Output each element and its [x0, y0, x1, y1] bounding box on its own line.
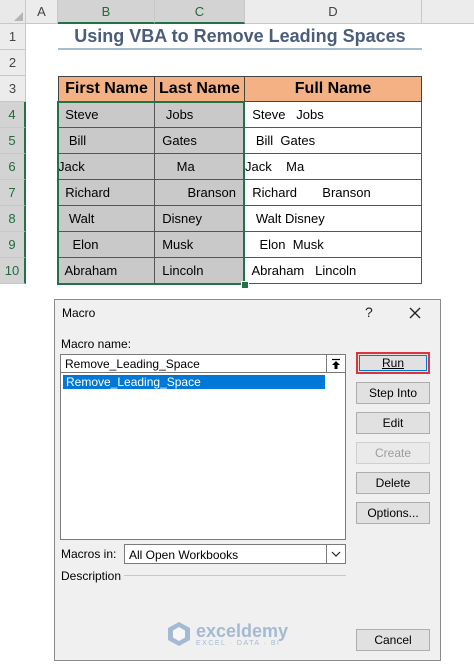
cell-first-name[interactable]: Richard: [58, 180, 155, 206]
cell-last-name[interactable]: Gates: [155, 128, 245, 154]
column-header-d[interactable]: D: [245, 0, 422, 24]
row-header-4[interactable]: 4: [0, 102, 26, 128]
cell-first-name[interactable]: Jack: [58, 154, 155, 180]
column-header-blank: [422, 0, 474, 24]
macro-name-label: Macro name:: [61, 337, 132, 351]
cell-first-name[interactable]: Steve: [58, 102, 155, 128]
watermark-name: exceldemy: [196, 620, 289, 641]
watermark-tagline: EXCEL · DATA · BI: [196, 639, 281, 647]
macros-in-label: Macros in:: [61, 547, 117, 561]
cell-last-name[interactable]: Disney: [155, 206, 245, 232]
cell-full-name[interactable]: Elon Musk: [245, 232, 422, 258]
cell-full-name[interactable]: Steve Jobs: [245, 102, 422, 128]
row-header-6[interactable]: 6: [0, 154, 26, 180]
cell-first-name[interactable]: Bill: [58, 128, 155, 154]
row-header-3[interactable]: 3: [0, 76, 26, 102]
row-header-5[interactable]: 5: [0, 128, 26, 154]
cell-last-name[interactable]: Ma: [155, 154, 245, 180]
close-button[interactable]: [402, 302, 428, 324]
column-header-a[interactable]: A: [26, 0, 58, 24]
cell-full-name[interactable]: Abraham Lincoln: [245, 258, 422, 284]
column-header-c[interactable]: C: [155, 0, 245, 24]
column-header-b[interactable]: B: [58, 0, 155, 24]
macro-name-value: Remove_Leading_Space: [65, 357, 200, 371]
header-full-name[interactable]: Full Name: [245, 76, 422, 102]
sheet-title: Using VBA to Remove Leading Spaces: [58, 24, 422, 50]
header-last-name[interactable]: Last Name: [155, 76, 245, 102]
cell-last-name[interactable]: Lincoln: [155, 258, 245, 284]
cell-full-name[interactable]: Richard Branson: [245, 180, 422, 206]
macro-list-item[interactable]: Remove_Leading_Space: [63, 375, 325, 389]
macro-name-input[interactable]: Remove_Leading_Space: [60, 354, 346, 373]
chevron-down-icon: [331, 551, 341, 557]
edit-button[interactable]: Edit: [356, 412, 430, 434]
description-label: Description: [61, 569, 122, 583]
row-header-2[interactable]: 2: [0, 50, 26, 76]
help-button[interactable]: ?: [365, 304, 373, 320]
step-into-button[interactable]: Step Into: [356, 382, 430, 404]
cell-full-name[interactable]: Jack Ma: [245, 154, 422, 180]
row-header-10[interactable]: 10: [0, 258, 26, 284]
cell-full-name[interactable]: Walt Disney: [245, 206, 422, 232]
row-header-1[interactable]: 1: [0, 24, 26, 50]
collapse-button[interactable]: [326, 354, 346, 373]
fill-handle[interactable]: [241, 281, 249, 289]
header-first-name[interactable]: First Name: [58, 76, 155, 102]
options-button[interactable]: Options...: [356, 502, 430, 524]
row-header-7[interactable]: 7: [0, 180, 26, 206]
run-label: Run: [381, 356, 404, 370]
macros-in-select[interactable]: All Open Workbooks: [124, 544, 346, 564]
cell-last-name[interactable]: Jobs: [155, 102, 245, 128]
cell-first-name[interactable]: Walt: [58, 206, 155, 232]
description-divider: [124, 575, 346, 576]
run-button[interactable]: Run: [356, 352, 430, 374]
macros-in-value: All Open Workbooks: [129, 548, 239, 562]
exceldemy-logo-icon: [168, 622, 190, 646]
cell-first-name[interactable]: Elon: [58, 232, 155, 258]
cell-first-name[interactable]: Abraham: [58, 258, 155, 284]
arrow-up-icon: [332, 358, 340, 369]
close-icon: [409, 307, 421, 319]
cancel-button[interactable]: Cancel: [356, 629, 430, 651]
watermark: exceldemy EXCEL · DATA · BI: [166, 620, 288, 648]
create-button: Create: [356, 442, 430, 464]
select-all-corner[interactable]: [0, 0, 26, 24]
row-header-8[interactable]: 8: [0, 206, 26, 232]
worksheet: A B C D 1 2 3 4 5 6 7 8 9 10 Using VBA t…: [0, 0, 474, 300]
dropdown-arrow[interactable]: [326, 545, 345, 563]
delete-button[interactable]: Delete: [356, 472, 430, 494]
cell-full-name[interactable]: Bill Gates: [245, 128, 422, 154]
dialog-title: Macro: [62, 306, 96, 320]
cell-last-name[interactable]: Musk: [155, 232, 245, 258]
row-header-9[interactable]: 9: [0, 232, 26, 258]
cell-last-name[interactable]: Branson: [155, 180, 245, 206]
macro-list[interactable]: Remove_Leading_Space: [60, 373, 346, 540]
